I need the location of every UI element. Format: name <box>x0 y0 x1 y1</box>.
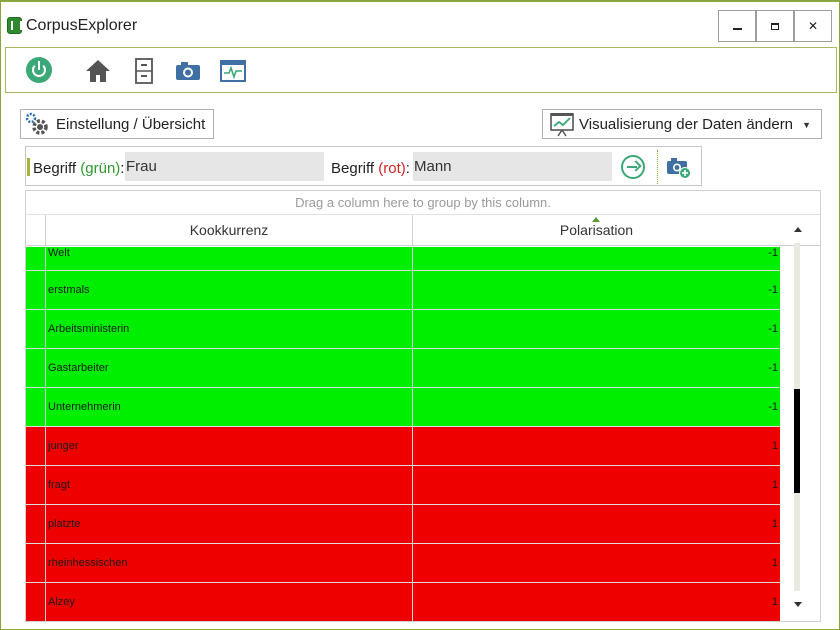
scroll-up-arrow-icon[interactable] <box>794 227 802 232</box>
minimize-button[interactable] <box>718 10 756 42</box>
cell-polarisation[interactable]: -1 <box>413 247 780 270</box>
filter-panel: Begriff (grün): Begriff (rot): <box>25 146 702 186</box>
term-red-label: Begriff (rot): <box>331 160 410 177</box>
group-by-panel[interactable]: Drag a column here to group by this colu… <box>26 191 820 215</box>
settings-overview-label: Einstellung / Übersicht <box>56 115 206 133</box>
table-row[interactable]: rheinhessischen 1 <box>26 544 780 583</box>
app-window: CorpusExplorer ✕ Einstellung / Übersicht… <box>0 0 840 630</box>
cell-polarisation[interactable]: 1 <box>413 466 780 504</box>
chevron-down-icon: ▼ <box>802 120 811 130</box>
corpusexplorer-logo-icon <box>7 17 22 34</box>
row-indicator[interactable] <box>26 349 46 387</box>
cell-kookkurrenz[interactable]: Arbeitsministerin <box>46 310 413 348</box>
table-row[interactable]: Welt -1 <box>26 247 780 271</box>
table-row[interactable]: fragt 1 <box>26 466 780 505</box>
column-header-kookkurrenz[interactable]: Kookkurrenz <box>46 215 413 246</box>
cell-polarisation[interactable]: 1 <box>413 544 780 582</box>
cell-polarisation[interactable]: -1 <box>413 349 780 387</box>
row-indicator[interactable] <box>26 310 46 348</box>
cell-kookkurrenz[interactable]: Unternehmerin <box>46 388 413 426</box>
table-row[interactable]: Arbeitsministerin -1 <box>26 310 780 349</box>
table-row[interactable]: erstmals -1 <box>26 271 780 310</box>
table-row[interactable]: platzte 1 <box>26 505 780 544</box>
row-indicator[interactable] <box>26 427 46 465</box>
scrollbar-thumb[interactable] <box>794 389 800 493</box>
scrollbar-track[interactable] <box>794 243 800 591</box>
minimize-icon <box>732 28 742 30</box>
cell-polarisation[interactable]: -1 <box>413 388 780 426</box>
row-indicator[interactable] <box>26 247 46 270</box>
row-indicator[interactable] <box>26 583 46 621</box>
cooccurrence-grid: Drag a column here to group by this colu… <box>25 190 821 622</box>
grid-rows: Welt -1 erstmals -1 Arbeitsministerin -1 Gasta… <box>26 247 780 621</box>
row-indicator[interactable] <box>26 271 46 309</box>
row-indicator[interactable] <box>26 505 46 543</box>
cell-kookkurrenz[interactable]: rheinhessischen <box>46 544 413 582</box>
monitor-icon[interactable] <box>219 57 247 85</box>
row-indicator[interactable] <box>26 544 46 582</box>
power-icon[interactable] <box>26 57 52 83</box>
row-indicator[interactable] <box>26 388 46 426</box>
cell-kookkurrenz[interactable]: Alzey <box>46 583 413 621</box>
close-button[interactable]: ✕ <box>794 10 832 42</box>
apply-arrow-button[interactable] <box>621 155 645 179</box>
table-row[interactable]: Unternehmerin -1 <box>26 388 780 427</box>
change-visualization-dropdown[interactable]: Visualisierung der Daten ändern ▼ <box>542 109 822 139</box>
row-indicator-header <box>26 215 46 246</box>
cell-polarisation[interactable]: 1 <box>413 583 780 621</box>
maximize-icon <box>771 22 779 30</box>
row-indicator[interactable] <box>26 466 46 504</box>
gears-icon <box>25 112 48 135</box>
presentation-chart-icon <box>550 113 574 137</box>
cell-kookkurrenz[interactable]: fragt <box>46 466 413 504</box>
maximize-button[interactable] <box>756 10 794 42</box>
table-row[interactable]: junger 1 <box>26 427 780 466</box>
cell-polarisation[interactable]: 1 <box>413 505 780 543</box>
term-red-input[interactable] <box>413 152 612 181</box>
cell-kookkurrenz[interactable]: Welt <box>46 247 413 270</box>
snapshot-add-icon[interactable] <box>666 154 692 180</box>
toolbar-separator <box>657 150 658 184</box>
camera-icon[interactable] <box>174 57 202 85</box>
drag-handle-marker <box>27 158 30 176</box>
cell-polarisation[interactable]: -1 <box>413 310 780 348</box>
cell-kookkurrenz[interactable]: Gastarbeiter <box>46 349 413 387</box>
term-green-label: Begriff (grün): <box>33 160 125 177</box>
cell-kookkurrenz[interactable]: junger <box>46 427 413 465</box>
sort-ascending-icon <box>592 217 600 222</box>
cell-polarisation[interactable]: -1 <box>413 271 780 309</box>
main-toolbar <box>5 47 837 93</box>
title-bar: CorpusExplorer ✕ <box>1 2 839 44</box>
vertical-scrollbar[interactable] <box>788 223 812 615</box>
change-visualization-label: Visualisierung der Daten ändern <box>579 115 794 133</box>
term-green-input[interactable] <box>125 152 324 181</box>
table-row[interactable]: Gastarbeiter -1 <box>26 349 780 388</box>
cell-polarisation[interactable]: 1 <box>413 427 780 465</box>
grid-header: Kookkurrenz Polarisation <box>26 215 820 246</box>
cell-kookkurrenz[interactable]: erstmals <box>46 271 413 309</box>
table-row[interactable]: Alzey 1 <box>26 583 780 621</box>
cabinet-icon[interactable] <box>130 57 158 85</box>
window-title: CorpusExplorer <box>26 17 138 34</box>
cell-kookkurrenz[interactable]: platzte <box>46 505 413 543</box>
home-icon[interactable] <box>84 57 112 85</box>
settings-overview-button[interactable]: Einstellung / Übersicht <box>20 109 214 139</box>
scroll-down-arrow-icon[interactable] <box>794 602 802 607</box>
